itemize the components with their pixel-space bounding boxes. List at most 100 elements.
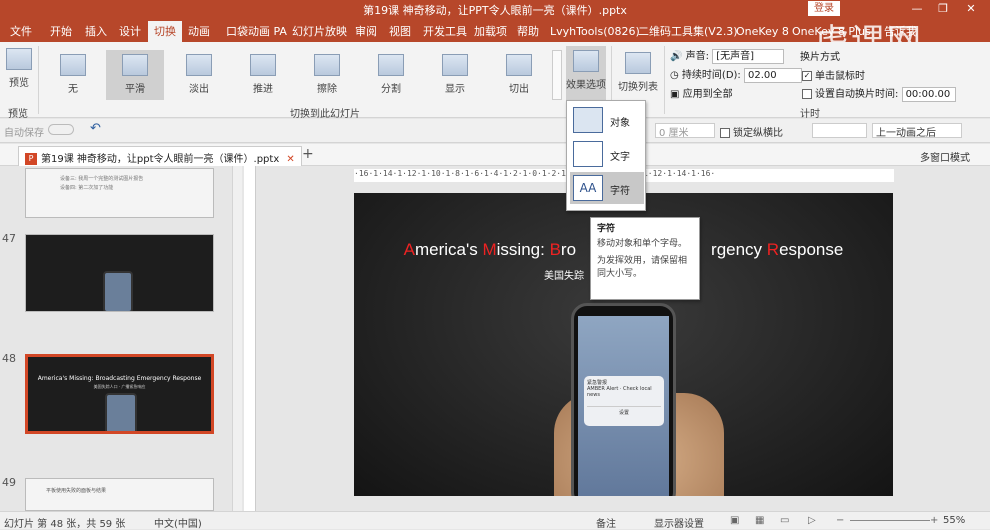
tab-design[interactable]: 设计 [119, 21, 141, 42]
apply-all-label: 应用到全部 [682, 89, 733, 100]
reading-view-icon[interactable]: ▭ [780, 515, 789, 526]
transition-wipe-label: 擦除 [317, 84, 337, 95]
tab-addins[interactable]: 加载项 [474, 21, 507, 42]
language[interactable]: 中文(中国) [154, 515, 202, 530]
option-characters[interactable]: AA 字符 [570, 172, 644, 204]
close-tab-icon[interactable]: ✕ [286, 154, 294, 165]
autosave-toggle[interactable] [48, 124, 74, 135]
transition-none[interactable]: 无 [44, 50, 102, 100]
tooltip-line: 移动对象和单个字母。 [597, 239, 688, 249]
notes-button[interactable]: 备注 [596, 515, 616, 530]
sound-select[interactable]: [无声音] [712, 48, 785, 64]
tab-transitions[interactable]: 切换 [148, 21, 182, 42]
transition-reveal[interactable]: 显示 [426, 50, 484, 100]
effect-options-dropdown: 对象 文字 AA 字符 [566, 100, 646, 211]
thumb-scrollbar[interactable] [232, 166, 242, 511]
auto-after-checkbox[interactable] [802, 89, 812, 99]
undo-icon[interactable]: ↶ [90, 121, 101, 136]
tab-lvyhtools[interactable]: LvyhTools(0826) [550, 21, 640, 42]
phone-notification: 紧急警报 AMBER Alert · Check local news 设置 [584, 376, 664, 426]
new-tab-icon[interactable]: + [302, 146, 314, 162]
status-bar: 幻灯片 第 48 张，共 59 张 中文(中国) 备注 显示器设置 ▣ ▦ ▭ … [0, 511, 990, 530]
object-icon [573, 107, 603, 133]
height-input[interactable] [812, 123, 867, 138]
thumb-text: 平板使用失败的面板与结果 [46, 488, 107, 494]
normal-view-icon[interactable]: ▣ [730, 515, 739, 526]
transition-list-icon [625, 52, 651, 74]
transition-list-button[interactable]: 切换列表 [616, 48, 660, 98]
tab-file[interactable]: 文件 [10, 21, 32, 42]
tab-developer[interactable]: 开发工具 [423, 21, 467, 42]
transition-fade-label: 淡出 [189, 84, 209, 95]
transition-wipe[interactable]: 擦除 [298, 50, 356, 100]
tooltip: 字符 移动对象和单个字母。 为发挥效用，请保留相同大小写。 [590, 217, 700, 300]
title-text: merica's [414, 240, 483, 259]
thumbnail-46[interactable]: 设备三: 我周一个完整的测试图片报告 设备四: 第二次加了功能 [25, 168, 214, 218]
doc-tab[interactable]: P 第19课 神奇移动，让ppt令人眼前一亮（课件）.pptx ✕ [18, 146, 302, 166]
gallery-scroll[interactable] [552, 50, 562, 100]
transition-push[interactable]: 推进 [234, 50, 292, 100]
zoom-level[interactable]: 55% [943, 515, 965, 526]
thumb-text: 设备三: 我周一个完整的测试图片报告 [60, 176, 144, 182]
thumb-phone [105, 393, 137, 431]
multi-window-button[interactable]: 多窗口模式 [920, 149, 970, 164]
powerpoint-icon: P [25, 153, 37, 165]
zoom-slider[interactable] [850, 520, 930, 521]
preview-icon [6, 48, 32, 70]
tab-pocket-anim[interactable]: 口袋动画 PA [226, 21, 287, 42]
thumbnail-49[interactable]: 平板使用失败的面板与结果 [25, 478, 214, 511]
effect-options-button[interactable]: 效果选项 [566, 46, 606, 100]
zoom-out-icon[interactable]: − [836, 515, 844, 526]
transition-push-icon [250, 54, 276, 76]
tab-help[interactable]: 帮助 [517, 21, 539, 42]
lock-ratio-checkbox[interactable] [720, 128, 730, 138]
tab-animations[interactable]: 动画 [188, 21, 210, 42]
option-words[interactable]: 文字 [570, 138, 644, 170]
ribbon-panel: 预览 预览 无 平滑 淡出 推进 擦除 分割 显示 切出 切换到此幻灯片 效果选… [0, 42, 990, 120]
tab-view[interactable]: 视图 [389, 21, 411, 42]
sound-icon: 🔊 [670, 51, 683, 62]
transition-fade[interactable]: 淡出 [170, 50, 228, 100]
auto-after-row: 设置自动换片时间: 00:00.00 [802, 85, 956, 102]
slideshow-icon[interactable]: ▷ [808, 515, 816, 526]
slide-number: 48 [2, 352, 16, 365]
tab-review[interactable]: 审阅 [355, 21, 377, 42]
close-icon[interactable]: ✕ [960, 1, 982, 17]
transition-split[interactable]: 分割 [362, 50, 420, 100]
preview-button[interactable]: 预览 [4, 48, 34, 89]
transition-cut[interactable]: 切出 [490, 50, 548, 100]
duration-input[interactable]: 02.00 [743, 67, 802, 83]
thumbnail-47[interactable] [25, 234, 214, 312]
transition-none-label: 无 [68, 84, 78, 95]
apply-all-button[interactable]: ▣ 应用到全部 [670, 85, 733, 100]
effect-options-icon [573, 50, 599, 72]
thumb-text: 设备四: 第二次加了功能 [60, 185, 114, 191]
transition-cut-label: 切出 [509, 84, 529, 95]
option-object[interactable]: 对象 [570, 104, 644, 136]
sorter-view-icon[interactable]: ▦ [755, 515, 764, 526]
thumb-subtitle: 美国失踪人口 · 广播紧急响应 [93, 384, 146, 389]
tab-insert[interactable]: 插入 [85, 21, 107, 42]
title-text: ro [560, 240, 577, 259]
tab-slideshow[interactable]: 幻灯片放映 [292, 21, 347, 42]
display-settings-button[interactable]: 显示器设置 [654, 515, 704, 530]
phone-image: 紧急警报 AMBER Alert · Check local news 设置 [571, 303, 676, 496]
tab-home[interactable]: 开始 [50, 21, 72, 42]
title-letter: M [482, 240, 497, 259]
restore-icon[interactable]: ❐ [932, 1, 954, 17]
lock-ratio-row[interactable]: 锁定纵横比 [720, 124, 783, 139]
tab-qrcode[interactable]: 二维码工具集(V2.3) [638, 21, 738, 42]
preview-label: 预览 [9, 78, 29, 89]
autosave-label: 自动保存 [4, 128, 44, 139]
thumbnail-48[interactable]: America's Missing: Broadcasting Emergenc… [25, 354, 214, 434]
transition-morph[interactable]: 平滑 [106, 50, 164, 100]
on-click-checkbox[interactable]: ✓ [802, 71, 812, 81]
on-click-row[interactable]: ✓ 单击鼠标时 [802, 67, 865, 82]
width-input[interactable]: 0 厘米 [655, 123, 715, 139]
anim-start-select[interactable]: 上一动画之后 [872, 123, 962, 139]
zoom-in-icon[interactable]: + [930, 515, 938, 526]
tab-onekey8[interactable]: OneKey 8 [736, 21, 789, 42]
auto-after-input[interactable]: 00:00.00 [901, 86, 956, 102]
title-text: issing: [496, 240, 550, 259]
doc-tab-name: 第19课 神奇移动，让ppt令人眼前一亮（课件）.pptx [41, 154, 280, 165]
